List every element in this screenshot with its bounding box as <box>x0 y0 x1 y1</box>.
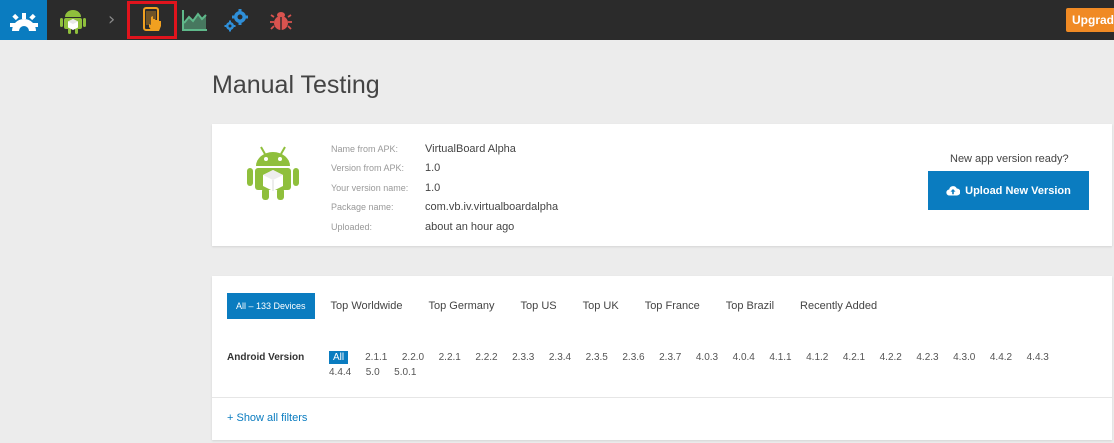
info-label: Uploaded: <box>331 221 373 232</box>
breadcrumb-chevron-icon: › <box>108 9 116 30</box>
manual-testing-icon[interactable] <box>127 1 177 39</box>
info-row-package: Package name: com.vb.iv.virtualboardalph… <box>331 198 558 218</box>
info-value: VirtualBoard Alpha <box>425 142 516 155</box>
info-value: 1.0 <box>425 181 441 194</box>
show-all-filters-link[interactable]: + Show all filters <box>227 412 307 424</box>
android-app-icon[interactable] <box>58 5 88 35</box>
bug-icon[interactable] <box>266 5 296 35</box>
version-filter-item[interactable]: 4.4.2 <box>990 351 1012 364</box>
version-filter-item[interactable]: 4.1.2 <box>806 351 828 364</box>
top-navbar: › Upgrad <box>0 0 1114 40</box>
info-label: Name from APK: <box>331 143 399 154</box>
upload-button-label: Upload New Version <box>965 184 1071 197</box>
chart-icon[interactable] <box>180 5 210 35</box>
info-value: com.vb.iv.virtualboardalpha <box>425 201 559 214</box>
cloud-upload-icon <box>946 186 961 196</box>
info-label: Version from APK: <box>331 163 405 174</box>
info-row-version: Version from APK: 1.0 <box>331 159 558 179</box>
android-app-logo-icon <box>246 144 300 200</box>
upgrade-button[interactable]: Upgrade <box>1066 8 1114 32</box>
info-row-uploaded: Uploaded: about an hour ago <box>331 217 558 237</box>
info-label: Package name: <box>331 202 394 213</box>
info-row-version-name: Your version name: 1.0 <box>331 178 558 198</box>
tab-top-us[interactable]: Top US <box>521 300 557 312</box>
version-filter-item[interactable]: 2.2.2 <box>475 351 497 364</box>
info-value: about an hour ago <box>425 220 515 233</box>
info-row-name: Name from APK: VirtualBoard Alpha <box>331 139 558 159</box>
version-filter-item[interactable]: 2.3.7 <box>659 351 681 364</box>
tab-top-germany[interactable]: Top Germany <box>429 300 495 312</box>
tab-recently-added[interactable]: Recently Added <box>800 300 877 312</box>
device-tabs: All – 133 Devices Top Worldwide Top Germ… <box>227 293 903 319</box>
app-info-list: Name from APK: VirtualBoard Alpha Versio… <box>331 139 558 237</box>
version-filter-item[interactable]: 4.2.2 <box>880 351 902 364</box>
version-filter-all[interactable]: All <box>329 351 349 364</box>
version-filter-item[interactable]: 4.3.0 <box>953 351 975 364</box>
tab-top-worldwide[interactable]: Top Worldwide <box>331 300 403 312</box>
android-version-label: Android Version <box>227 352 305 363</box>
version-filter-item[interactable]: 2.2.1 <box>439 351 461 364</box>
app-info-card: Name from APK: VirtualBoard Alpha Versio… <box>212 124 1112 246</box>
tab-all-devices[interactable]: All – 133 Devices <box>227 293 315 319</box>
tab-top-uk[interactable]: Top UK <box>583 300 619 312</box>
version-filter-item[interactable]: 4.4.3 <box>1027 351 1049 364</box>
version-filter-item[interactable]: 2.1.1 <box>365 351 387 364</box>
gear-logo-icon[interactable] <box>0 0 47 40</box>
gears-icon[interactable] <box>222 5 252 35</box>
version-filter-item[interactable]: 4.0.4 <box>733 351 755 364</box>
info-value: 1.0 <box>425 162 441 175</box>
version-filter-item[interactable]: 4.4.4 <box>329 366 351 379</box>
version-filter-item[interactable]: 4.1.1 <box>769 351 791 364</box>
version-filter-item[interactable]: 4.0.3 <box>696 351 718 364</box>
divider <box>212 397 1112 398</box>
tab-top-france[interactable]: Top France <box>645 300 700 312</box>
tab-top-brazil[interactable]: Top Brazil <box>726 300 774 312</box>
version-filter-item[interactable]: 2.3.4 <box>549 351 571 364</box>
version-filter-item[interactable]: 2.3.3 <box>512 351 534 364</box>
upload-new-version-button[interactable]: Upload New Version <box>928 171 1089 210</box>
version-filter-item[interactable]: 2.3.6 <box>622 351 644 364</box>
info-label: Your version name: <box>331 182 409 193</box>
new-version-prompt: New app version ready? <box>950 153 1069 165</box>
version-filter-item[interactable]: 5.0 <box>366 366 380 379</box>
version-filter-item[interactable]: 5.0.1 <box>394 366 416 379</box>
version-filter-item[interactable]: 2.2.0 <box>402 351 424 364</box>
device-filter-card: All – 133 Devices Top Worldwide Top Germ… <box>212 276 1112 440</box>
page-title: Manual Testing <box>212 71 380 99</box>
version-filter-item[interactable]: 4.2.3 <box>916 351 938 364</box>
android-version-list: All 2.1.1 2.2.0 2.2.1 2.2.2 2.3.3 2.3.4 2.3.5 2.… <box>329 351 1099 379</box>
version-filter-item[interactable]: 4.2.1 <box>843 351 865 364</box>
version-filter-item[interactable]: 2.3.5 <box>586 351 608 364</box>
